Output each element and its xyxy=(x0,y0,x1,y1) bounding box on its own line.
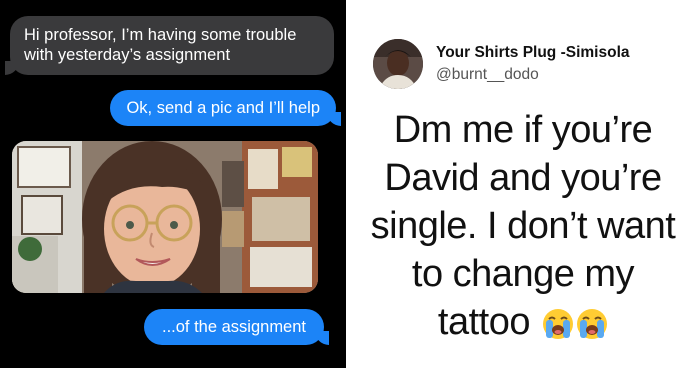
user-handle[interactable]: @burnt__dodo xyxy=(436,66,539,84)
bubble-tail xyxy=(327,112,341,126)
avatar[interactable] xyxy=(373,39,423,89)
tweet-line: single. I don’t want xyxy=(370,205,676,247)
selfie-photo-illustration xyxy=(12,141,318,293)
received-message-text: Hi professor, I’m having some trouble wi… xyxy=(24,26,297,64)
loudly-crying-face-icon xyxy=(543,309,574,339)
received-message-bubble: Hi professor, I’m having some trouble wi… xyxy=(5,16,334,75)
attached-photo[interactable] xyxy=(12,141,318,293)
sent-message-text: Ok, send a pic and I’ll help xyxy=(126,99,320,117)
loudly-crying-face-icon xyxy=(577,309,608,339)
message-thread: Hi professor, I’m having some trouble wi… xyxy=(0,0,346,368)
sent-message-bubble: Ok, send a pic and I’ll help xyxy=(110,90,341,126)
tweet-line: Dm me if you’re xyxy=(393,109,653,151)
bubble-tail xyxy=(315,331,329,345)
display-name[interactable]: Your Shirts Plug -Simisola xyxy=(436,44,630,62)
tweet-line-text: tattoo xyxy=(437,301,531,343)
tweet-card: Your Shirts Plug -Simisola @burnt__dodo … xyxy=(346,0,700,368)
tweet-line: to change my xyxy=(411,253,635,295)
tweet-line-last: tattoo xyxy=(346,298,700,346)
user-avatar-icon xyxy=(373,39,423,89)
sent-message-text: ...of the assignment xyxy=(162,318,306,336)
bubble-tail xyxy=(5,61,19,75)
sent-message-bubble: ...of the assignment xyxy=(144,309,329,345)
tweet-body: Dm me if you’re David and you’re single.… xyxy=(346,106,700,346)
tweet-line: David and you’re xyxy=(384,157,662,199)
